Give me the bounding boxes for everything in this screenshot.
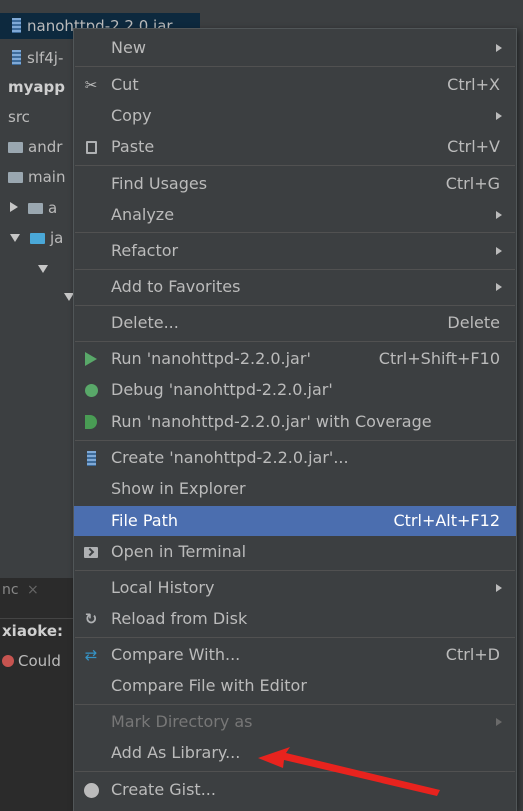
- menu-item-debug[interactable]: Debug 'nanohttpd-2.2.0.jar': [74, 375, 516, 405]
- menu-item-analyze[interactable]: Analyze: [74, 200, 516, 230]
- tree-row-java[interactable]: ja: [10, 225, 63, 251]
- context-menu: New ✂ Cut Ctrl+X Copy Paste Ctrl+V Find …: [73, 28, 517, 811]
- run-tool-window: nc × xiaoke: Could: [0, 578, 75, 811]
- submenu-arrow-icon: [496, 283, 502, 291]
- folder-blue-icon: [30, 233, 45, 244]
- folder-icon: [8, 142, 23, 153]
- menu-separator: [75, 341, 515, 342]
- jar-icon: [82, 449, 100, 467]
- menu-separator: [75, 232, 515, 233]
- menu-separator: [75, 66, 515, 67]
- collapse-arrow-icon[interactable]: [38, 265, 48, 273]
- tree-row-src[interactable]: src: [8, 104, 30, 130]
- menu-separator: [75, 570, 515, 571]
- menu-separator: [75, 269, 515, 270]
- folder-icon: [28, 203, 43, 214]
- menu-item-run[interactable]: Run 'nanohttpd-2.2.0.jar' Ctrl+Shift+F10: [74, 344, 516, 374]
- divider: [0, 618, 75, 619]
- menu-separator: [75, 704, 515, 705]
- jar-icon: [12, 50, 21, 65]
- expand-arrow-icon[interactable]: [10, 202, 18, 212]
- submenu-arrow-icon: [496, 584, 502, 592]
- submenu-arrow-icon: [496, 44, 502, 52]
- menu-item-compare-file-with-editor[interactable]: Compare File with Editor: [74, 671, 516, 701]
- compare-arrows-icon: ⇄: [84, 646, 98, 664]
- menu-item-copy[interactable]: Copy: [74, 101, 516, 131]
- jar-icon: [12, 18, 21, 33]
- menu-item-find-usages[interactable]: Find Usages Ctrl+G: [74, 169, 516, 199]
- folder-icon: [8, 172, 23, 183]
- collapse-arrow-icon[interactable]: [10, 234, 20, 242]
- menu-item-file-path[interactable]: File Path Ctrl+Alt+F12: [74, 506, 516, 536]
- menu-item-run-with-coverage[interactable]: Run 'nanohttpd-2.2.0.jar' with Coverage: [74, 407, 516, 437]
- menu-item-mark-directory-as[interactable]: Mark Directory as: [74, 707, 516, 737]
- tree-row-slf4j-jar[interactable]: slf4j-: [0, 45, 63, 71]
- reload-icon: ↻: [84, 610, 98, 628]
- menu-item-open-in-terminal[interactable]: Open in Terminal: [74, 537, 516, 567]
- menu-item-refactor[interactable]: Refactor: [74, 236, 516, 266]
- terminal-icon: [82, 543, 100, 561]
- run-tab[interactable]: nc ×: [2, 582, 39, 598]
- coverage-icon: [82, 413, 100, 431]
- menu-item-compare-with[interactable]: ⇄ Compare With... Ctrl+D: [74, 640, 516, 670]
- menu-item-reload-from-disk[interactable]: ↻ Reload from Disk: [74, 604, 516, 634]
- menu-separator: [75, 771, 515, 772]
- menu-item-paste[interactable]: Paste Ctrl+V: [74, 132, 516, 162]
- run-config-label: xiaoke:: [2, 622, 63, 640]
- menu-separator: [75, 305, 515, 306]
- menu-separator: [75, 637, 515, 638]
- tree-row-assets[interactable]: a: [10, 195, 57, 221]
- menu-separator: [75, 165, 515, 166]
- tree-row-myapp[interactable]: myapp: [8, 74, 65, 100]
- submenu-arrow-icon: [496, 211, 502, 219]
- submenu-arrow-icon: [496, 247, 502, 255]
- menu-item-show-in-explorer[interactable]: Show in Explorer: [74, 474, 516, 504]
- scissors-icon: ✂: [84, 76, 98, 94]
- run-icon: [82, 350, 100, 368]
- menu-item-add-as-library[interactable]: Add As Library...: [74, 738, 516, 768]
- menu-item-add-to-favorites[interactable]: Add to Favorites: [74, 272, 516, 302]
- menu-item-cut[interactable]: ✂ Cut Ctrl+X: [74, 70, 516, 100]
- clipboard-icon: [82, 138, 100, 156]
- error-icon: [2, 655, 14, 667]
- menu-item-delete[interactable]: Delete... Delete: [74, 308, 516, 338]
- menu-item-create-run-config[interactable]: Create 'nanohttpd-2.2.0.jar'...: [74, 443, 516, 473]
- bug-icon: [82, 381, 100, 399]
- tree-row-package[interactable]: [38, 256, 48, 282]
- github-icon: [82, 781, 100, 799]
- menu-separator: [75, 440, 515, 441]
- close-tab-icon[interactable]: ×: [27, 582, 39, 598]
- submenu-arrow-icon: [496, 112, 502, 120]
- menu-item-local-history[interactable]: Local History: [74, 573, 516, 603]
- menu-item-new[interactable]: New: [74, 33, 516, 63]
- tree-row-main[interactable]: main: [0, 164, 65, 190]
- tree-row-android[interactable]: andr: [0, 134, 62, 160]
- submenu-arrow-icon: [496, 718, 502, 726]
- menu-item-create-gist[interactable]: Create Gist...: [74, 775, 516, 805]
- error-line: Could: [0, 652, 61, 670]
